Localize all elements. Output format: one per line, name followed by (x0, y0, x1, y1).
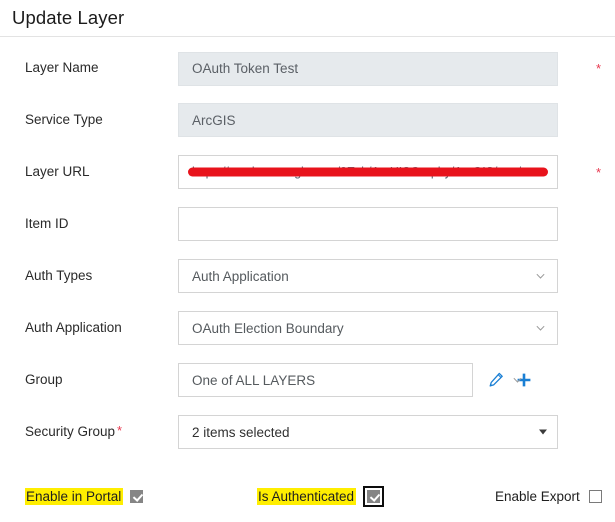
label-security-group-text: Security Group (25, 424, 116, 440)
field-wrap-security-group: 2 items selected (178, 415, 558, 449)
label-auth-types: Auth Types (25, 267, 93, 283)
checkbox-is-authenticated[interactable]: Is Authenticated (257, 485, 385, 507)
item-id-input[interactable] (178, 207, 558, 241)
label-security-group: Security Group * (0, 423, 178, 440)
pencil-icon[interactable] (487, 371, 505, 389)
label-layer-url: Layer URL (25, 163, 90, 179)
checkbox-label-enable-export: Enable Export (495, 488, 580, 504)
required-asterisk-layer-name: * (596, 61, 602, 76)
required-asterisk-layer-url: * (596, 164, 602, 180)
checkbox-input-is-authenticated[interactable] (367, 489, 381, 503)
checkbox-focus-ring (363, 485, 385, 507)
form-row-service-type: Service Type ArcGIS (0, 94, 615, 146)
field-wrap-layer-name: OAuth Token Test (178, 51, 558, 86)
layer-url-value: https://services.arcgis.com/2Ech/ArcHISG… (192, 165, 522, 179)
plus-icon[interactable] (515, 371, 533, 389)
label-item-id: Item ID (25, 215, 69, 231)
required-asterisk-security-group: * (117, 423, 123, 439)
field-wrap-service-type: ArcGIS (178, 103, 558, 137)
service-type-input[interactable]: ArcGIS (178, 103, 558, 137)
field-wrap-group: One of ALL LAYERS (178, 363, 533, 397)
dialog-header: Update Layer (0, 0, 615, 37)
label-auth-application: Auth Application (25, 319, 122, 335)
checkbox-label-is-authenticated: Is Authenticated (257, 487, 357, 505)
checkbox-row: Enable in Portal Is Authenticated Enable… (0, 481, 615, 511)
update-layer-form: Layer Name OAuth Token Test * Service Ty… (0, 43, 615, 458)
form-row-security-group: Security Group * 2 items selected (0, 406, 615, 458)
label-group: Group (25, 371, 63, 387)
form-row-layer-name: Layer Name OAuth Token Test * (0, 43, 615, 94)
field-wrap-layer-url: https://services.arcgis.com/2Ech/ArcHISG… (178, 155, 558, 189)
auth-application-select[interactable]: OAuth Election Boundary (178, 311, 558, 345)
page-title: Update Layer (12, 7, 125, 28)
form-row-layer-url: Layer URL https://services.arcgis.com/2E… (0, 146, 615, 198)
checkbox-label-enable-in-portal: Enable in Portal (25, 487, 124, 505)
label-layer-name: Layer Name (25, 60, 99, 76)
form-row-group: Group One of ALL LAYERS (0, 354, 615, 406)
field-wrap-auth-application: OAuth Election Boundary (178, 311, 558, 345)
form-row-auth-application: Auth Application OAuth Election Boundary (0, 302, 615, 354)
label-service-type: Service Type (25, 111, 103, 127)
field-wrap-auth-types: Auth Application (178, 259, 558, 293)
field-wrap-item-id (178, 207, 558, 241)
checkbox-enable-in-portal[interactable]: Enable in Portal (25, 487, 144, 505)
auth-types-select[interactable]: Auth Application (178, 259, 558, 293)
checkbox-input-enable-export[interactable] (588, 489, 602, 503)
layer-name-input[interactable]: OAuth Token Test (178, 51, 558, 86)
checkbox-input-enable-in-portal[interactable] (130, 489, 144, 503)
security-group-select[interactable]: 2 items selected (178, 415, 558, 449)
group-select[interactable]: One of ALL LAYERS (178, 363, 473, 397)
form-row-item-id: Item ID (0, 198, 615, 250)
form-row-auth-types: Auth Types Auth Application (0, 250, 615, 302)
checkbox-enable-export[interactable]: Enable Export (494, 488, 602, 505)
layer-url-input[interactable]: https://services.arcgis.com/2Ech/ArcHISG… (178, 155, 558, 189)
